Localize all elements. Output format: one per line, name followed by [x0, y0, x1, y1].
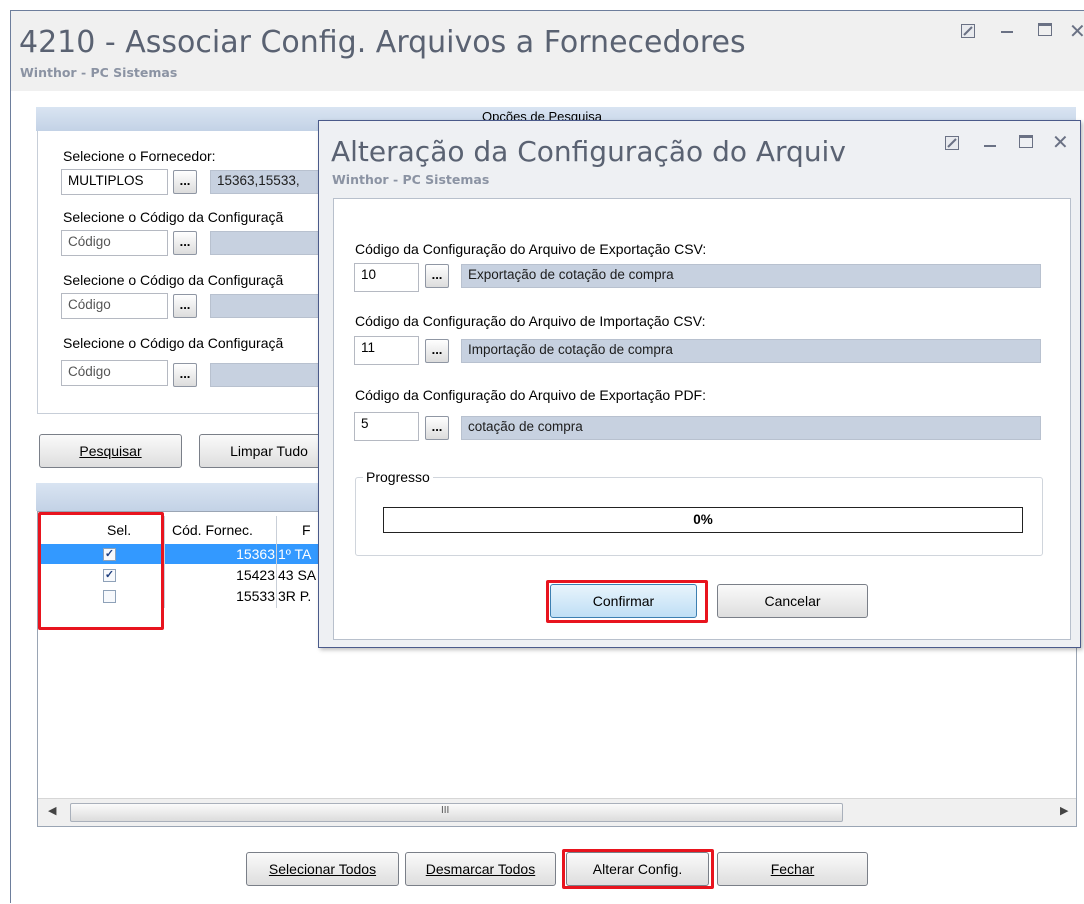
csv-export-lookup-button[interactable]: ... [425, 264, 449, 288]
close-button-label: Fechar [770, 861, 815, 877]
row-code-3: 15533 [236, 588, 275, 604]
grid-col-divider [276, 516, 277, 608]
config-code-field-3[interactable]: Código [61, 360, 168, 386]
cancel-button[interactable]: Cancelar [717, 584, 868, 618]
config-lookup-button-3[interactable]: ... [173, 363, 197, 387]
search-button[interactable]: Pesquisar [39, 434, 182, 468]
close-button[interactable]: Fechar [717, 852, 868, 886]
dialog-maximize-icon[interactable] [1019, 135, 1033, 148]
progress-bar: 0% [383, 507, 1023, 533]
config-code-field-1[interactable]: Código [61, 230, 168, 256]
window-title: 4210 - Associar Config. Arquivos a Forne… [19, 25, 746, 60]
col-name-header[interactable]: F [302, 522, 311, 538]
change-config-highlight [562, 849, 714, 889]
search-button-label: Pesquisar [79, 443, 142, 459]
pdf-export-lookup-button[interactable]: ... [425, 416, 449, 440]
dialog-close-icon[interactable]: ✕ [1052, 130, 1069, 154]
horizontal-scrollbar[interactable]: ◀ III ▶ [38, 798, 1076, 826]
supplier-label: Selecione o Fornecedor: [63, 148, 216, 164]
sel-column-highlight [38, 512, 164, 630]
csv-export-code-field[interactable]: 10 [354, 263, 419, 292]
confirm-highlight [546, 580, 708, 623]
row-name-3: 3R P. [278, 588, 312, 604]
unselect-all-label: Desmarcar Todos [425, 861, 536, 877]
config-dialog: Alteração da Configuração do Arquiv Wint… [318, 120, 1081, 648]
select-all-button[interactable]: Selecionar Todos [246, 852, 399, 886]
scroll-right-icon[interactable]: ▶ [1060, 804, 1068, 817]
row-name-2: 43 SA [278, 567, 317, 583]
grid-col-divider [164, 516, 165, 608]
csv-import-lookup-button[interactable]: ... [425, 339, 449, 363]
scroll-thumb[interactable]: III [70, 803, 843, 822]
dialog-restore-icon[interactable] [945, 135, 959, 154]
csv-import-code-field[interactable]: 11 [354, 336, 419, 365]
select-all-label: Selecionar Todos [268, 861, 377, 877]
row-code-1: 15363 [236, 546, 275, 562]
pdf-export-code-field[interactable]: 5 [354, 412, 419, 441]
restore-icon[interactable] [961, 23, 975, 42]
progress-label: Progresso [363, 469, 433, 485]
unselect-all-button[interactable]: Desmarcar Todos [405, 852, 556, 886]
csv-import-desc: Importação de cotação de compra [461, 339, 1041, 363]
row-code-2: 15423 [236, 567, 275, 583]
csv-import-label: Código da Configuração do Arquivo de Imp… [355, 313, 706, 329]
pdf-export-label: Código da Configuração do Arquivo de Exp… [355, 387, 706, 403]
config-lookup-button-1[interactable]: ... [173, 231, 197, 255]
supplier-field[interactable]: MULTIPLOS [61, 169, 168, 195]
window-subtitle: Winthor - PC Sistemas [20, 65, 178, 80]
progress-text: 0% [693, 512, 713, 527]
dialog-subtitle: Winthor - PC Sistemas [332, 172, 490, 187]
scroll-left-icon[interactable]: ◀ [48, 804, 56, 817]
close-icon[interactable]: ✕ [1069, 19, 1084, 43]
pdf-export-desc: cotação de compra [461, 416, 1041, 440]
config-lookup-button-2[interactable]: ... [173, 294, 197, 318]
csv-export-desc: Exportação de cotação de compra [461, 264, 1041, 288]
dialog-title: Alteração da Configuração do Arquiv [331, 135, 846, 168]
csv-export-label: Código da Configuração do Arquivo de Exp… [355, 241, 707, 257]
row-name-1: 1º TA [278, 546, 312, 562]
maximize-icon[interactable] [1038, 23, 1052, 36]
config-import-label: Selecione o Código da Configuraçã [63, 272, 284, 288]
supplier-lookup-button[interactable]: ... [173, 170, 197, 194]
config-export-label: Selecione o Código da Configuraçã [63, 209, 284, 225]
minimize-icon[interactable] [1001, 31, 1013, 33]
dialog-minimize-icon[interactable] [984, 145, 996, 147]
config-pdf-label: Selecione o Código da Configuraçã [63, 335, 284, 351]
config-code-field-2[interactable]: Código [61, 293, 168, 319]
col-code-header[interactable]: Cód. Fornec. [172, 522, 253, 538]
scroll-thumb-grip: III [441, 805, 450, 816]
